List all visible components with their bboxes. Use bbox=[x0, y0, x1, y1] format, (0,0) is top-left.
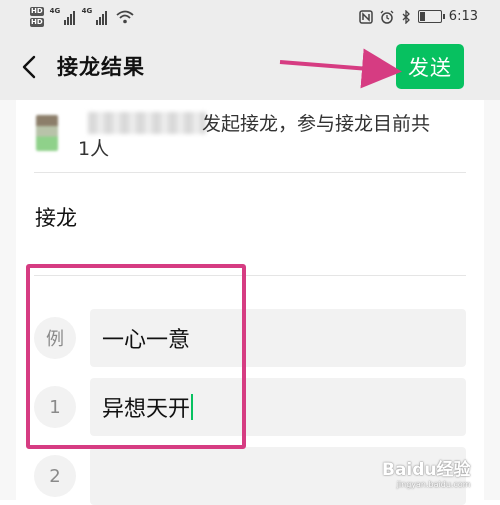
blurred-username bbox=[88, 112, 206, 134]
hd-badge-top: HD bbox=[30, 7, 44, 16]
avatar bbox=[36, 115, 58, 151]
status-bar: HD HD 4G 4G 6:13 bbox=[0, 0, 500, 36]
participant-count: 1人 bbox=[78, 138, 110, 160]
battery-icon bbox=[417, 10, 445, 23]
hd-badge-bottom: HD bbox=[30, 18, 44, 27]
bluetooth-icon bbox=[402, 9, 410, 24]
nfc-icon bbox=[359, 9, 373, 24]
wifi-icon bbox=[116, 10, 134, 24]
nav-header: 接龙结果 发送 bbox=[0, 36, 500, 100]
signal-icon-2: 4G bbox=[81, 7, 108, 25]
hd-indicator: HD HD bbox=[30, 6, 44, 28]
entry-number: 例 bbox=[34, 317, 76, 359]
entry-text: 一心一意 bbox=[102, 328, 191, 353]
back-button[interactable] bbox=[14, 50, 48, 84]
text-cursor bbox=[191, 394, 194, 420]
entry-number: 2 bbox=[34, 455, 76, 497]
divider bbox=[34, 275, 466, 276]
page-title: 接龙结果 bbox=[57, 55, 145, 79]
summary-text: 发起接龙，参与接龙目前共 bbox=[202, 113, 431, 135]
network-label-2: 4G bbox=[81, 7, 93, 15]
alarm-icon bbox=[380, 10, 394, 24]
entry-number: 1 bbox=[34, 386, 76, 428]
watermark: Baidu经验 jingyan.baidu.com bbox=[382, 455, 471, 489]
signal-icon-1: 4G bbox=[49, 7, 76, 25]
entry-row-1: 1 异想天开 bbox=[34, 378, 466, 436]
status-right: 6:13 bbox=[359, 9, 478, 24]
content-panel: 发起接龙，参与接龙目前共 1人 接龙 例 一心一意 1 异想天开 2 bbox=[16, 100, 484, 505]
chevron-left-icon bbox=[22, 55, 36, 79]
section-title: 接龙 bbox=[35, 206, 77, 230]
entry-input[interactable]: 一心一意 bbox=[90, 309, 466, 367]
entry-input[interactable]: 异想天开 bbox=[90, 378, 466, 436]
watermark-url: jingyan.baidu.com bbox=[396, 480, 471, 489]
entry-row-example: 例 一心一意 bbox=[34, 309, 466, 367]
main-content: 发起接龙，参与接龙目前共 1人 接龙 例 一心一意 1 异想天开 2 bbox=[0, 100, 500, 505]
entry-text: 异想天开 bbox=[102, 397, 191, 422]
network-label-1: 4G bbox=[49, 7, 61, 15]
watermark-brand: Baidu经验 bbox=[382, 460, 471, 480]
battery-fill bbox=[419, 12, 425, 21]
send-button[interactable]: 发送 bbox=[396, 44, 464, 89]
divider bbox=[34, 172, 466, 173]
status-time: 6:13 bbox=[448, 9, 478, 24]
status-left: HD HD 4G 4G bbox=[30, 6, 134, 28]
